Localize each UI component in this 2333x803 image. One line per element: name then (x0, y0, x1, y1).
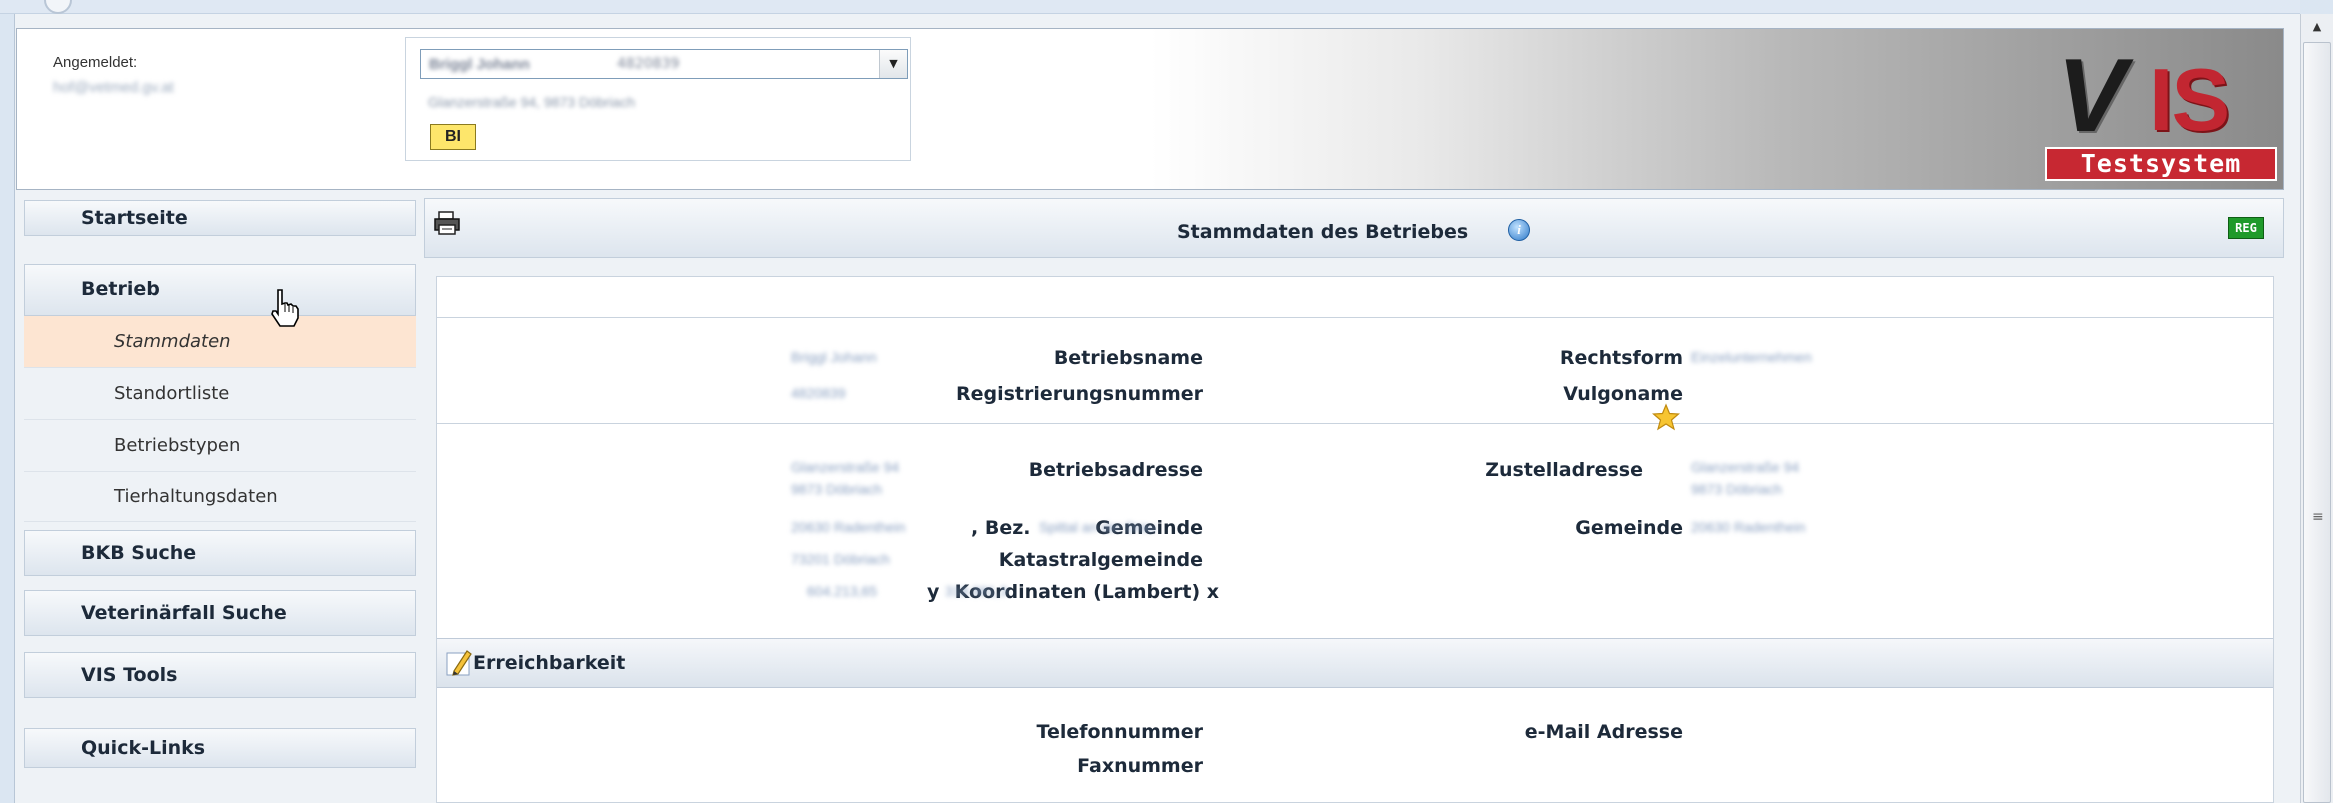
stammdaten-content: Betriebsname Briggl Johann Registrierung… (436, 276, 2274, 803)
sidebar-item-bkb-suche[interactable]: BKB Suche (24, 530, 416, 576)
betriebsadresse-line1: Glanzerstraße 94 (791, 459, 900, 475)
sidebar-item-vis-tools[interactable]: VIS Tools (24, 652, 416, 698)
sidebar-subitem-stammdaten[interactable]: Stammdaten (24, 316, 416, 368)
zustelladresse-line1: Glanzerstraße 94 (1691, 459, 1800, 475)
sidebar-item-betrieb[interactable]: Betrieb (24, 264, 416, 316)
scroll-thumb[interactable]: ≡ (2303, 42, 2331, 803)
star-icon[interactable] (1652, 403, 1680, 431)
divider (437, 317, 2273, 318)
gemeinde-value: 20630 Radenthein (791, 519, 906, 535)
vis-logo: V IS Testsystem (2027, 38, 2277, 183)
logo-is: IS (2149, 50, 2230, 149)
sidebar-item-startseite[interactable]: Startseite (24, 200, 416, 236)
divider (437, 423, 2273, 424)
pencil-icon[interactable] (445, 647, 473, 677)
logo-subtitle: Testsystem (2045, 147, 2277, 181)
email-label: e-Mail Adresse (1524, 721, 1683, 743)
logo-v: V (2057, 38, 2126, 154)
company-address: Glanzerstraße 94, 9873 Döbriach (428, 94, 635, 110)
telefonnummer-label: Telefonnummer (1036, 721, 1203, 743)
window-circle-icon (44, 0, 72, 14)
chevron-down-icon[interactable]: ▼ (879, 50, 907, 78)
gemeinde2-value: 20630 Radenthein (1691, 519, 1806, 535)
scroll-up-icon[interactable]: ▲ (2301, 14, 2333, 40)
info-icon[interactable]: i (1508, 219, 1530, 241)
scroll-grip-icon: ≡ (2312, 509, 2324, 525)
main-panel: Stammdaten des Betriebes i REG Betriebsn… (424, 198, 2286, 803)
katastralgemeinde-label: Katastralgemeinde (998, 549, 1203, 571)
betriebsname-label: Betriebsname (1053, 347, 1203, 369)
erreichbarkeit-title: Erreichbarkeit (473, 652, 626, 674)
sidebar-subitem-tierhaltungsdaten[interactable]: Tierhaltungsdaten (24, 472, 416, 522)
company-select[interactable]: Briggl Johann 4820839 ▼ (420, 49, 908, 79)
zustelladresse-label: Zustelladresse (1485, 459, 1643, 481)
koordinaten-x-value: 604.213,65 (807, 583, 878, 599)
sidebar-subitem-betriebstypen[interactable]: Betriebstypen (24, 420, 416, 472)
window-top-strip (0, 0, 2300, 14)
faxnummer-label: Faxnummer (1077, 755, 1203, 777)
sidebar: Startseite Betrieb Stammdaten Standortli… (24, 200, 416, 803)
login-user: hof@vetmed.gv.at (53, 79, 174, 96)
betriebsadresse-label: Betriebsadresse (1028, 459, 1203, 481)
app-header: Angemeldet: hof@vetmed.gv.at Briggl Joha… (16, 28, 2284, 190)
printer-icon[interactable] (433, 211, 461, 235)
bi-badge[interactable]: BI (430, 124, 476, 150)
zustelladresse-line2: 9873 Döbriach (1691, 481, 1783, 497)
registrierungsnummer-label: Registrierungsnummer (955, 383, 1203, 405)
company-select-id: 4820839 (617, 56, 680, 72)
koordinaten-y-value: 318.981,3 (945, 583, 1008, 599)
gemeinde2-label: Gemeinde (1575, 517, 1683, 539)
erreichbarkeit-bar: Erreichbarkeit (437, 638, 2273, 688)
rechtsform-label: Rechtsform (1559, 347, 1683, 369)
koordinaten-y-label: y (927, 581, 940, 603)
hand-cursor-icon (271, 289, 299, 327)
page-title: Stammdaten des Betriebes (1177, 221, 1469, 243)
login-label: Angemeldet: (53, 54, 138, 71)
bez-value: Spittal an der Drau (1039, 519, 1156, 535)
sidebar-item-veterinaerfall-suche[interactable]: Veterinärfall Suche (24, 590, 416, 636)
betriebsadresse-line2: 9873 Döbriach (791, 481, 883, 497)
bez-label: , Bez. (971, 517, 1031, 539)
title-bar: Stammdaten des Betriebes i REG (424, 198, 2284, 258)
rechtsform-value: Einzelunternehmen (1691, 349, 1812, 365)
company-box: Briggl Johann 4820839 ▼ Glanzerstraße 94… (405, 37, 911, 161)
vertical-scrollbar[interactable]: ▲ ≡ (2300, 14, 2333, 803)
katastralgemeinde-value: 73201 Döbriach (791, 551, 890, 567)
vulgoname-label: Vulgoname (1563, 383, 1683, 405)
reg-badge[interactable]: REG (2228, 217, 2264, 239)
sidebar-item-quick-links[interactable]: Quick-Links (24, 728, 416, 768)
betriebsname-value: Briggl Johann (791, 349, 877, 365)
registrierungsnummer-value: 4820839 (791, 385, 846, 401)
company-select-name: Briggl Johann (429, 56, 530, 73)
sidebar-subitem-standortliste[interactable]: Standortliste (24, 368, 416, 420)
